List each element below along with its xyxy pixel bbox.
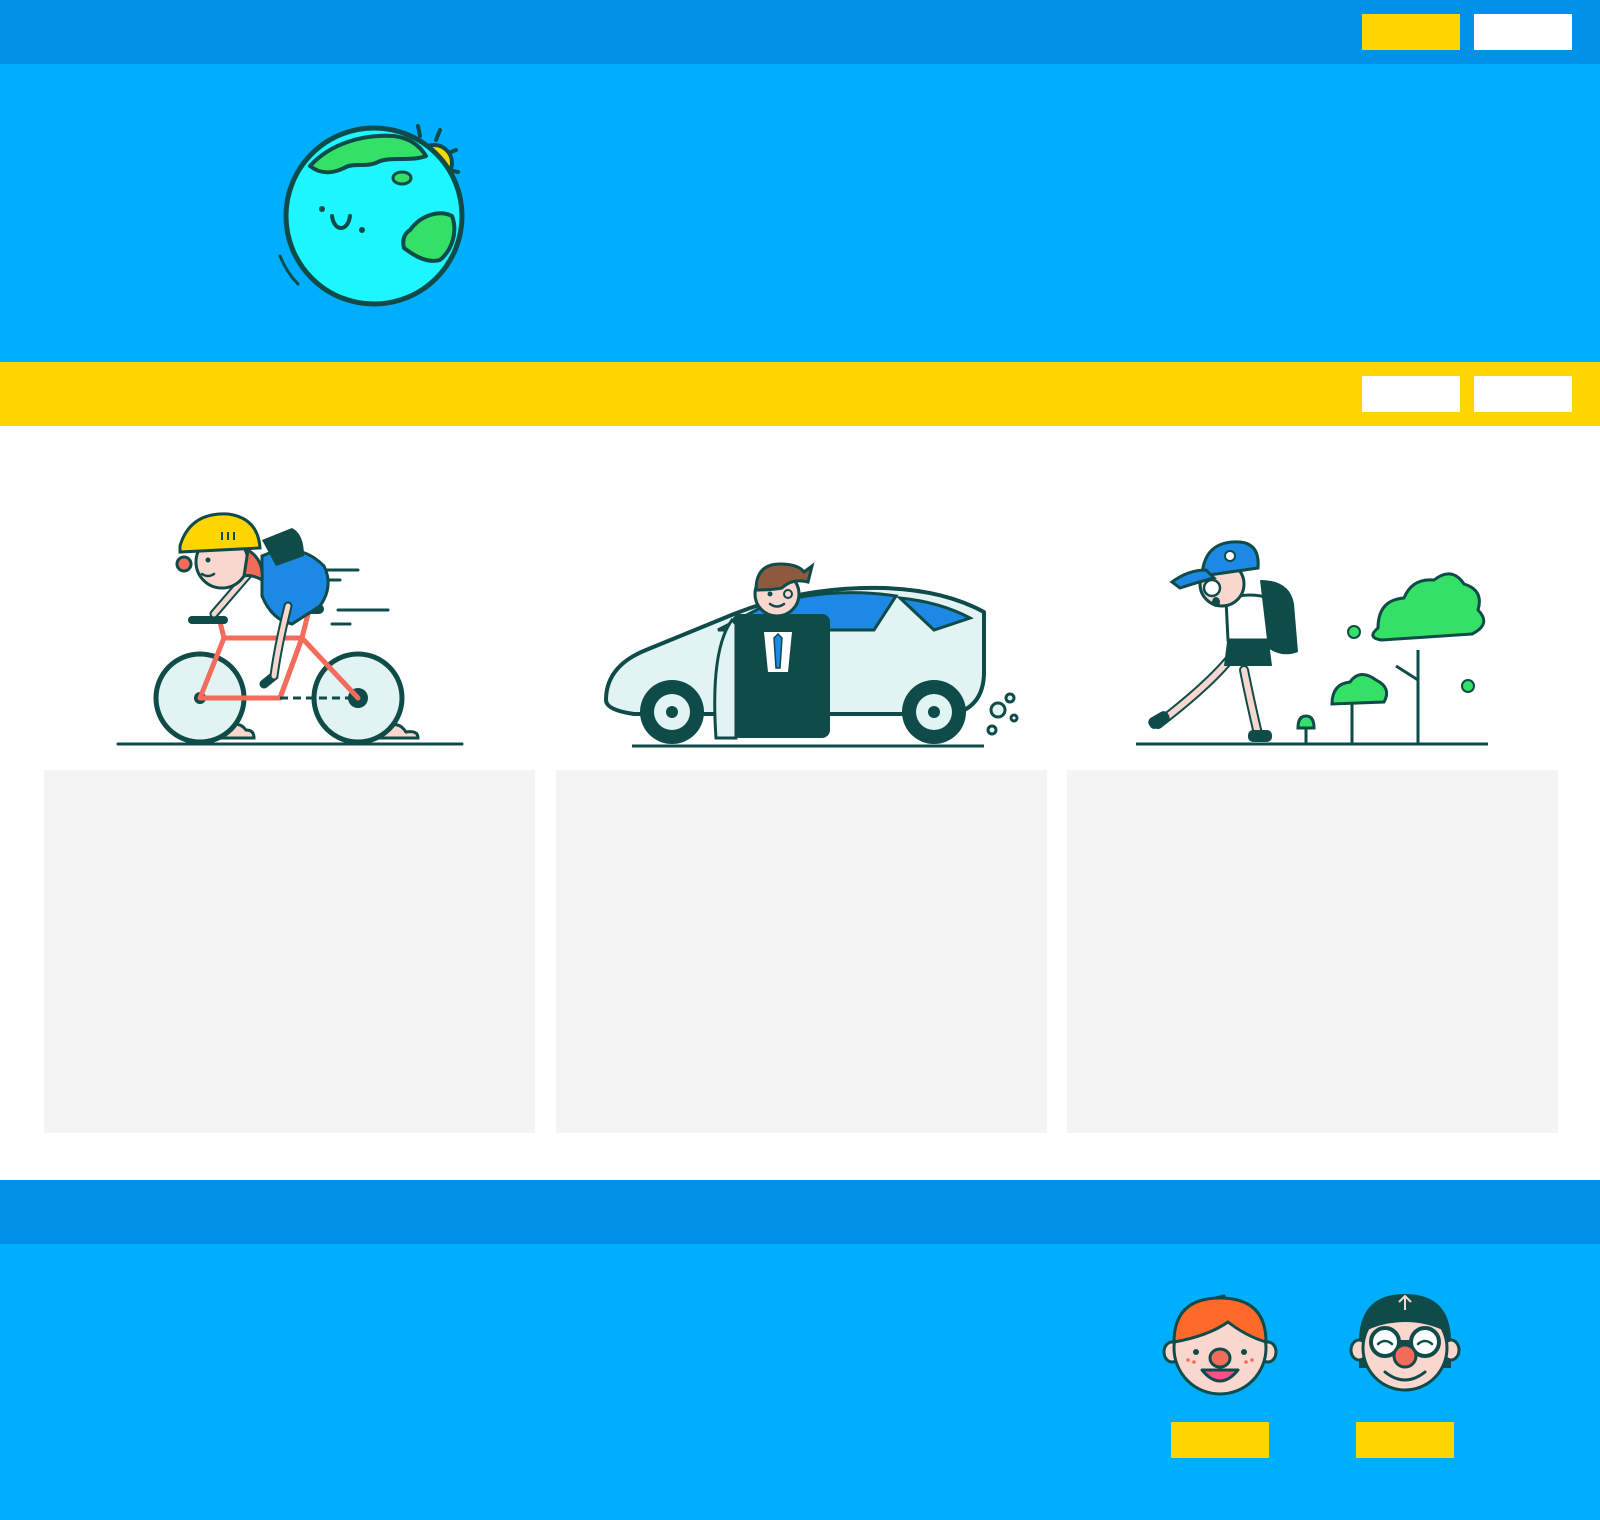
top-nav-button-primary[interactable] [1362, 14, 1460, 50]
feature-card-1 [44, 770, 535, 1133]
glasses-person-avatar-icon [1349, 1294, 1461, 1392]
secondary-nav-button-2[interactable] [1474, 376, 1572, 412]
footer-section [0, 1244, 1600, 1520]
secondary-nav-button-1[interactable] [1362, 376, 1460, 412]
top-nav-button-secondary[interactable] [1474, 14, 1572, 50]
hero-section [0, 64, 1600, 362]
redhead-boy-avatar-icon [1162, 1294, 1278, 1396]
profile-button-2[interactable] [1356, 1422, 1454, 1458]
feature-card-2 [556, 770, 1047, 1133]
cyclist-icon [116, 512, 464, 746]
businessman-with-car-icon [604, 562, 1019, 748]
smiling-earth-with-sun-icon [278, 124, 465, 307]
profile-button-1[interactable] [1171, 1422, 1269, 1458]
walking-schoolboy-icon [1136, 540, 1488, 746]
footer-nav-bar [0, 1180, 1600, 1244]
top-nav-bar [0, 0, 1600, 64]
feature-card-3 [1067, 770, 1558, 1133]
secondary-nav-bar [0, 362, 1600, 426]
